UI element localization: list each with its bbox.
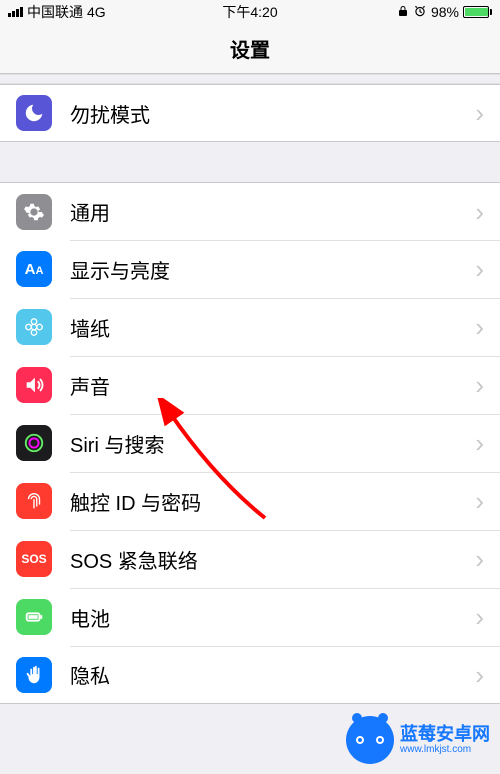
row-label: 电池 [70,603,475,632]
speaker-icon [16,367,52,403]
siri-icon [16,425,52,461]
sos-icon: SOS [16,541,52,577]
row-wallpaper[interactable]: 墙纸 › [0,298,500,356]
settings-group: 通用 › AA 显示与亮度 › 墙纸 › 声音 › [0,182,500,704]
gear-icon [16,194,52,230]
row-label: Siri 与搜索 [70,429,475,458]
row-label: 隐私 [70,660,475,689]
fingerprint-icon [16,483,52,519]
settings-group: 勿扰模式 › [0,84,500,142]
chevron-right-icon: › [475,199,484,225]
row-label: 显示与亮度 [70,255,475,284]
row-label: 勿扰模式 [70,99,475,128]
row-siri[interactable]: Siri 与搜索 › [0,414,500,472]
spacer [0,74,500,84]
row-label: 通用 [70,197,475,226]
chevron-right-icon: › [475,430,484,456]
signal-icon [8,7,23,17]
chevron-right-icon: › [475,372,484,398]
row-battery[interactable]: 电池 › [0,588,500,646]
alarm-icon [413,4,427,21]
row-privacy[interactable]: 隐私 › [0,646,500,704]
nav-header: 设置 [0,24,500,74]
carrier-label: 中国联通 [27,2,83,22]
chevron-right-icon: › [475,546,484,572]
network-label: 4G [87,4,106,20]
flower-icon [16,309,52,345]
chevron-right-icon: › [475,604,484,630]
clock-label: 下午4:20 [222,2,277,22]
hand-icon [16,657,52,693]
row-label: SOS 紧急联络 [70,545,475,574]
chevron-right-icon: › [475,314,484,340]
row-sos[interactable]: SOS SOS 紧急联络 › [0,530,500,588]
row-display[interactable]: AA 显示与亮度 › [0,240,500,298]
row-general[interactable]: 通用 › [0,182,500,240]
group-gap [0,142,500,182]
row-dnd[interactable]: 勿扰模式 › [0,84,500,142]
row-sound[interactable]: 声音 › [0,356,500,414]
chevron-right-icon: › [475,488,484,514]
watermark-brand: 蓝莓安卓网 [400,725,490,745]
watermark: 蓝莓安卓网 www.lmkjst.com [346,716,490,764]
row-label: 触控 ID 与密码 [70,487,475,516]
watermark-url: www.lmkjst.com [400,744,490,755]
chevron-right-icon: › [475,100,484,126]
row-touchid[interactable]: 触控 ID 与密码 › [0,472,500,530]
page-title: 设置 [230,34,270,63]
text-size-icon: AA [16,251,52,287]
chevron-right-icon: › [475,256,484,282]
battery-icon [463,6,492,18]
battery-pct-label: 98% [431,4,459,20]
row-label: 墙纸 [70,313,475,342]
battery-row-icon [16,599,52,635]
row-label: 声音 [70,371,475,400]
status-bar: 中国联通 4G 下午4:20 98% [0,0,500,24]
lock-icon [397,4,409,20]
chevron-right-icon: › [475,662,484,688]
settings-screen: 中国联通 4G 下午4:20 98% 设置 勿扰模式 › [0,0,500,774]
moon-icon [16,95,52,131]
watermark-logo-icon [346,716,394,764]
